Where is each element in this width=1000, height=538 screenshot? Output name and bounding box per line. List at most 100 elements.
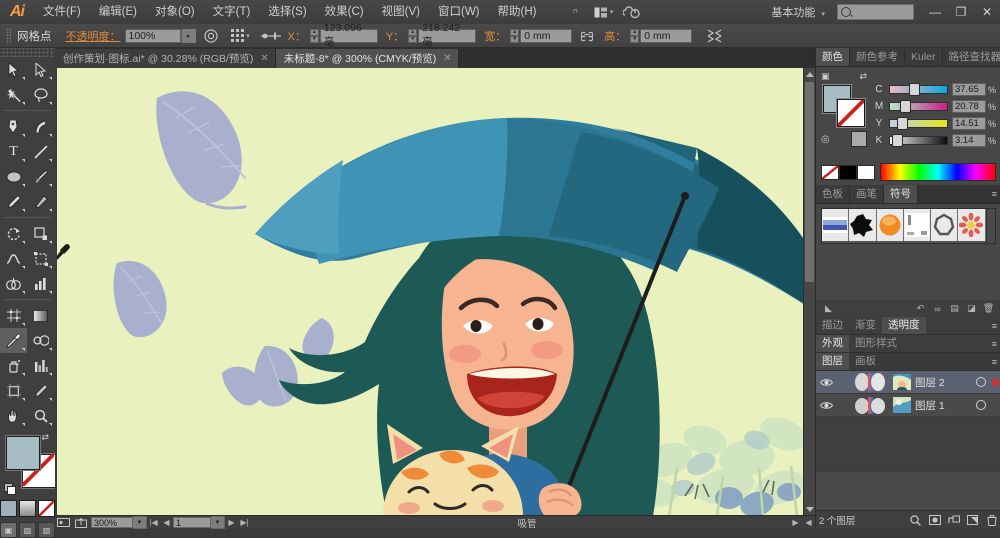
create-sublayer-icon[interactable] xyxy=(944,515,963,525)
white-swatch[interactable] xyxy=(857,164,875,180)
color-spectrum-bar[interactable] xyxy=(880,163,996,181)
create-new-layer-icon[interactable] xyxy=(963,515,982,525)
panel-menu-icon[interactable]: ≡ xyxy=(992,339,997,349)
tab-graphic-styles[interactable]: 图形样式 xyxy=(849,335,903,352)
tab-artboards[interactable]: 画板 xyxy=(849,353,882,370)
tab-gradient[interactable]: 渐变 xyxy=(849,317,882,334)
layer-2-selection-indicator[interactable] xyxy=(989,378,1000,386)
opacity-input[interactable]: 100% xyxy=(124,28,181,43)
panel-menu-icon[interactable]: ≡ xyxy=(992,321,997,331)
panel-fill-stroke-control[interactable] xyxy=(823,85,865,127)
channel-value-m[interactable]: 20.78 xyxy=(951,100,986,113)
share-on-behance-icon[interactable] xyxy=(72,517,89,529)
tab-symbols[interactable]: 符号 xyxy=(884,185,918,203)
lasso-tool[interactable] xyxy=(27,82,54,107)
tab-kuler[interactable]: Kuler xyxy=(905,48,943,66)
swap-fill-stroke-icon[interactable]: ⇄ xyxy=(859,71,867,82)
undo-icon[interactable]: ↶ xyxy=(912,303,929,314)
transform-reference-icon[interactable]: ▾ xyxy=(231,28,251,44)
channel-value-y[interactable]: 14.51 xyxy=(951,117,986,130)
menu-edit[interactable]: 编辑(E) xyxy=(90,0,146,24)
draw-normal-button[interactable]: ▣ xyxy=(0,522,17,538)
symbol-sprayer-tool[interactable] xyxy=(0,353,27,378)
rotate-tool[interactable] xyxy=(0,221,27,246)
minimize-button[interactable]: — xyxy=(922,0,948,24)
paintbrush-tool[interactable] xyxy=(27,164,54,189)
eyedropper-tool[interactable] xyxy=(0,328,27,353)
layer-1-name[interactable]: 图层 1 xyxy=(911,398,973,413)
channel-value-c[interactable]: 37.65 xyxy=(951,83,986,96)
search-input[interactable] xyxy=(837,4,914,20)
menu-help[interactable]: 帮助(H) xyxy=(489,0,546,24)
last-color-swatch[interactable] xyxy=(851,131,867,147)
symbols-grid[interactable] xyxy=(821,208,996,244)
artboard-tool[interactable] xyxy=(0,378,27,403)
document-tab-1[interactable]: 创作策划·图标.ai* @ 30.28% (RGB/预览) ✕ xyxy=(55,49,276,68)
tab-layers[interactable]: 图层 xyxy=(816,353,849,370)
menu-window[interactable]: 窗口(W) xyxy=(429,0,489,24)
layer-1-target-icon[interactable] xyxy=(973,400,989,410)
tab-color-guide[interactable]: 颜色参考 xyxy=(850,48,905,66)
zoom-level-dropdown-icon[interactable]: ▼ xyxy=(133,516,147,529)
channel-value-k[interactable]: 3.14 xyxy=(951,134,986,147)
close-button[interactable]: ✕ xyxy=(974,0,1000,24)
direct-selection-tool[interactable] xyxy=(27,57,54,82)
mesh-tool[interactable] xyxy=(0,303,27,328)
graph-style-icon[interactable]: ◣ xyxy=(820,303,837,314)
none-swatch[interactable] xyxy=(821,164,839,180)
draw-inside-button[interactable]: ▧ xyxy=(38,522,55,538)
pencil-tool[interactable] xyxy=(0,189,27,214)
status-expand-left-icon[interactable]: ◀ xyxy=(802,518,815,527)
symbol-red-flower[interactable] xyxy=(958,209,986,241)
symbols-scrollbar[interactable] xyxy=(985,209,996,243)
graph-tool[interactable] xyxy=(27,353,54,378)
eye-icon[interactable] xyxy=(816,401,836,410)
magic-wand-tool[interactable] xyxy=(0,82,27,107)
channel-slider-k[interactable] xyxy=(889,134,948,147)
layer-2-name[interactable]: 图层 2 xyxy=(911,375,973,390)
first-artboard-button[interactable]: |◀ xyxy=(147,518,160,527)
artboard-navigation-icon[interactable] xyxy=(55,517,72,529)
artboard[interactable] xyxy=(57,68,807,516)
swap-fill-stroke-icon[interactable]: ⇄ xyxy=(42,432,52,442)
new-item-icon[interactable]: ◪ xyxy=(963,303,980,314)
add-anchor-point-tool[interactable] xyxy=(27,114,54,139)
column-graph-tool[interactable] xyxy=(27,271,54,296)
scale-tool[interactable] xyxy=(27,221,54,246)
pen-tool[interactable] xyxy=(0,114,27,139)
opacity-label[interactable]: 不透明度： xyxy=(66,28,121,44)
workspace-switcher[interactable]: 基本功能 ▾ xyxy=(767,4,829,20)
canvas-vertical-scrollbar[interactable] xyxy=(803,68,815,516)
last-artboard-button[interactable]: ▶| xyxy=(238,518,251,527)
constrain-proportions-icon[interactable] xyxy=(577,28,597,44)
width-tool[interactable] xyxy=(0,246,27,271)
link-icon[interactable]: ∞ xyxy=(929,304,946,314)
gradient-fill-button[interactable] xyxy=(19,500,36,517)
blend-tool[interactable] xyxy=(27,328,54,353)
locate-object-icon[interactable] xyxy=(906,514,925,526)
gradient-tool[interactable] xyxy=(27,303,54,328)
status-expand-right-icon[interactable]: ▶ xyxy=(789,518,802,527)
br-icon[interactable]: ⊓ xyxy=(564,4,586,20)
canvas-area[interactable]: 300% ▼ |◀ ◀ 1 ▼ ▶ ▶| 吸管 ▶ ◀ xyxy=(55,68,815,529)
hand-tool[interactable] xyxy=(0,403,27,428)
blob-brush-tool[interactable] xyxy=(27,189,54,214)
girl-with-umbrella-illustration[interactable] xyxy=(57,68,807,516)
none-fill-button[interactable] xyxy=(38,500,55,517)
menu-type[interactable]: 文字(T) xyxy=(204,0,260,24)
tab-appearance[interactable]: 外观 xyxy=(816,335,849,352)
arrange-documents-icon[interactable]: ▾ xyxy=(592,4,614,20)
selection-tool[interactable] xyxy=(0,57,27,82)
close-icon[interactable]: ✕ xyxy=(260,53,268,64)
tab-pathfinder[interactable]: 路径查找器 xyxy=(942,48,1000,66)
panel-menu-icon[interactable]: ≡ xyxy=(992,189,997,199)
make-clipping-mask-icon[interactable] xyxy=(925,515,944,525)
tab-swatches[interactable]: 色板 xyxy=(816,185,850,203)
fill-stroke-control[interactable]: ⇄ xyxy=(3,432,56,496)
artboard-number-input[interactable]: 1 xyxy=(173,517,211,528)
width-input[interactable]: 0 mm xyxy=(520,28,573,43)
panel-stroke-swatch[interactable] xyxy=(837,99,865,127)
menu-view[interactable]: 视图(V) xyxy=(373,0,429,24)
restore-button[interactable]: ❐ xyxy=(948,0,974,24)
ellipse-tool[interactable] xyxy=(0,164,27,189)
